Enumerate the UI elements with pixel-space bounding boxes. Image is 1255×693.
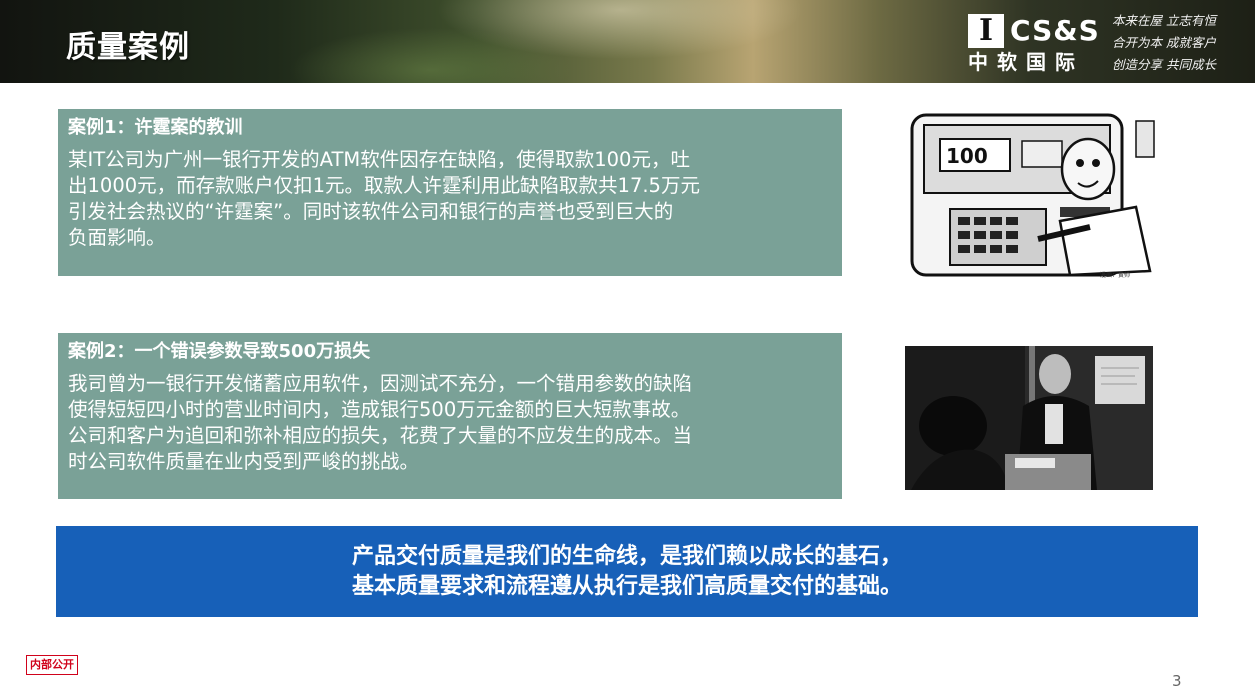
banner-line-1: 产品交付质量是我们的生命线，是我们赖以成长的基石，	[351, 544, 902, 569]
quality-motto-banner: 产品交付质量是我们的生命线，是我们赖以成长的基石， 基本质量要求和流程遵从执行是…	[56, 526, 1198, 617]
case-2-box: 案例2：一个错误参数导致500万损失 我司曾为一银行开发储蓄应用软件，因测试不充…	[58, 333, 842, 499]
case-1-box: 案例1：许霆案的教训 某IT公司为广州一银行开发的ATM软件因存在缺陷，使得取款…	[58, 109, 842, 276]
logo-name-cn: 中软国际	[968, 50, 1084, 74]
motto-line: 本来在屋 立志有恒	[1112, 13, 1216, 28]
case-2-title: 案例2：一个错误参数导致500万损失	[68, 341, 371, 362]
logo-mark: I	[968, 14, 1004, 48]
company-motto: 本来在屋 立志有恒 合开为本 成就客户 创造分享 共同成长	[1112, 10, 1252, 76]
case-2-line: 使得短短四小时的营业时间内，造成银行500万元金额的巨大短款事故。	[68, 398, 691, 421]
bank-teller-photo	[905, 346, 1153, 490]
case-2-line: 时公司软件质量在业内受到严峻的挑战。	[68, 450, 420, 473]
case-2-line: 我司曾为一银行开发储蓄应用软件，因测试不充分，一个错用参数的缺陷	[68, 372, 693, 395]
case-1-line: 某IT公司为广州一银行开发的ATM软件因存在缺陷，使得取款100元，吐	[68, 148, 690, 171]
page-title: 质量案例	[66, 30, 190, 65]
atm-cartoon-image: 100 漫画：黄帅	[910, 113, 1155, 279]
case-2-body: 我司曾为一银行开发储蓄应用软件，因测试不充分，一个错用参数的缺陷 使得短短四小时…	[68, 371, 832, 475]
case-1-title: 案例1：许霆案的教训	[68, 117, 243, 138]
company-logo: I CS&S 中软国际	[968, 14, 1100, 74]
motto-line: 合开为本 成就客户	[1112, 35, 1216, 50]
banner-line-2: 基本质量要求和流程遵从执行是我们高质量交付的基础。	[351, 574, 902, 599]
logo-brand: CS&S	[1010, 14, 1100, 47]
case-1-line: 出1000元，而存款账户仅扣1元。取款人许霆利用此缺陷取款共17.5万元	[68, 174, 700, 197]
atm-display-text: 100	[946, 144, 988, 168]
motto-line: 创造分享 共同成长	[1112, 57, 1216, 72]
case-2-line: 公司和客户为追回和弥补相应的损失，花费了大量的不应发生的成本。当	[68, 424, 693, 447]
page-number: 3	[1172, 672, 1182, 690]
atm-caption: 漫画：黄帅	[1100, 271, 1130, 279]
internal-classification-badge: 内部公开	[26, 655, 78, 675]
case-1-body: 某IT公司为广州一银行开发的ATM软件因存在缺陷，使得取款100元，吐 出100…	[68, 147, 832, 251]
case-1-line: 负面影响。	[68, 226, 166, 249]
header-banner: 质量案例 I CS&S 中软国际 本来在屋 立志有恒 合开为本 成就客户 创造分…	[0, 0, 1255, 83]
case-1-line: 引发社会热议的“许霆案”。同时该软件公司和银行的声誉也受到巨大的	[68, 200, 674, 223]
